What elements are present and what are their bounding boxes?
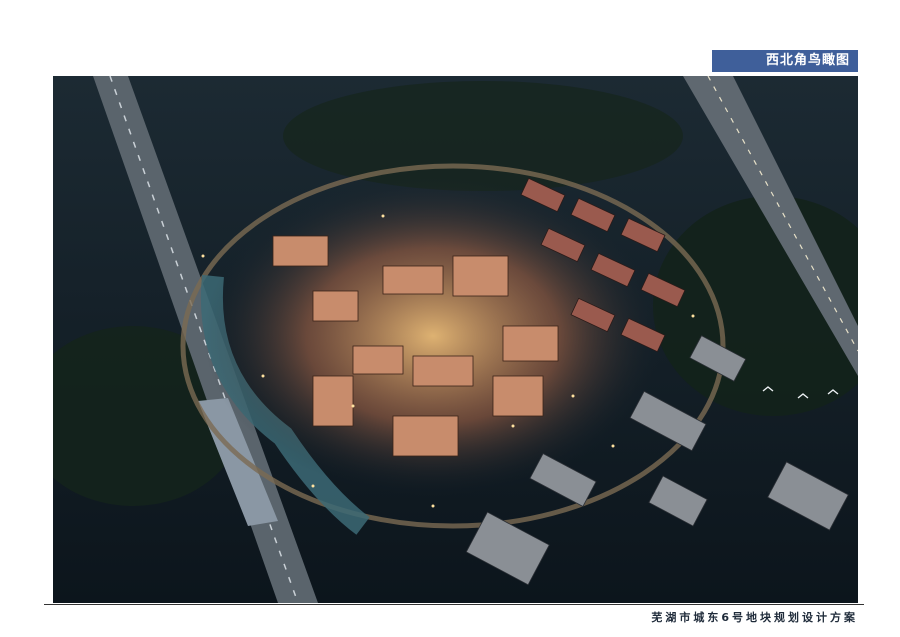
view-title: 西北角鸟瞰图 — [712, 50, 858, 72]
footer-rule — [44, 604, 864, 605]
footer-caption: 芜湖市城东6号地块规划设计方案 — [651, 611, 858, 624]
aerial-rendering — [53, 76, 858, 603]
